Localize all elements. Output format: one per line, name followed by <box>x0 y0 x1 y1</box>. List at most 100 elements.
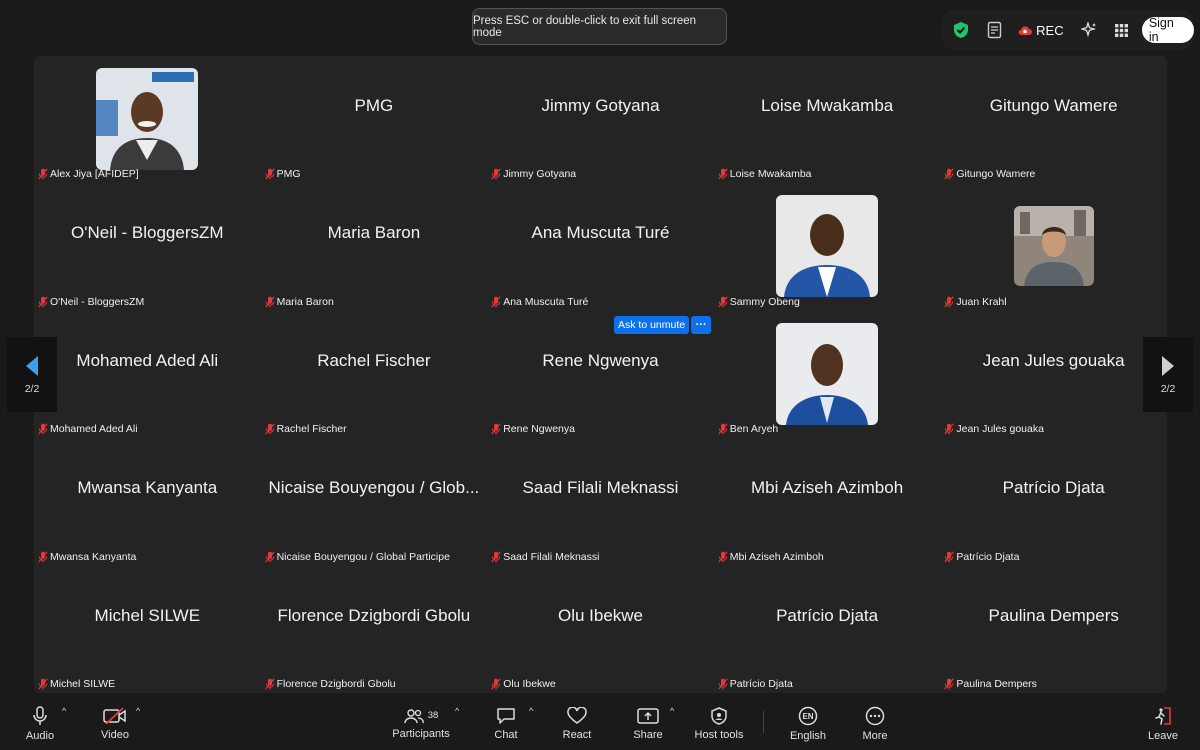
audio-label: Audio <box>25 729 55 742</box>
participants-icon <box>404 708 424 723</box>
participant-display-name: Ana Muscuta Turé <box>531 223 670 243</box>
participant-display-name: PMG <box>354 96 394 115</box>
participant-name-label: Patrício Djata <box>944 548 1019 566</box>
top-right-toolbar: REC Sign in <box>942 10 1195 50</box>
participant-name-label: Mwansa Kanyanta <box>38 548 136 566</box>
participants-options-caret[interactable]: ^ <box>455 706 459 716</box>
next-page-button[interactable]: 2/2 <box>1143 337 1193 412</box>
participant-name-label: Jimmy Gotyana <box>491 165 576 183</box>
cloud-record-button[interactable]: REC <box>1010 10 1072 50</box>
participant-display-name: Florence Dzigbordi Gbolu <box>277 605 471 625</box>
more-options-button[interactable]: ··· <box>691 316 712 334</box>
participant-tile[interactable]: Saad Filali Meknassi Saad Filali Meknassi <box>487 438 714 565</box>
mic-muted-icon <box>718 678 728 690</box>
mic-muted-icon <box>38 296 48 308</box>
host-tools-button[interactable]: Host tools <box>691 697 747 750</box>
participant-label-text: Juan Krahl <box>956 295 1007 308</box>
participant-label-text: Patrício Djata <box>956 550 1020 563</box>
previous-page-button[interactable]: 2/2 <box>7 337 57 412</box>
heart-icon <box>567 706 587 724</box>
participant-tile[interactable]: Juan Krahl <box>940 183 1167 310</box>
react-label: React <box>562 728 592 741</box>
sign-in-button[interactable]: Sign in <box>1141 16 1195 44</box>
participant-tile[interactable]: Patrício Djata Patrício Djata <box>714 566 941 693</box>
react-button[interactable]: React <box>559 697 595 750</box>
participant-name-label: Maria Baron <box>264 293 334 311</box>
rec-label: REC <box>1036 22 1064 38</box>
participant-tile[interactable]: O'Neil - BloggersZM O'Neil - BloggersZM <box>34 183 261 310</box>
participant-tile[interactable]: PMG PMG <box>261 56 488 183</box>
participant-display-name: Michel SILWE <box>94 605 201 625</box>
participant-tile[interactable]: Nicaise Bouyengou / Glob... Nicaise Bouye… <box>261 438 488 565</box>
participant-tile[interactable]: Patrício Djata Patrício Djata <box>940 438 1167 565</box>
participant-label-text: Nicaise Bouyengou / Global Participe <box>276 550 450 563</box>
participant-tile[interactable]: Paulina Dempers Paulina Dempers <box>940 566 1167 693</box>
leave-button[interactable]: Leave <box>1145 697 1181 750</box>
participant-display-name: Maria Baron <box>327 223 421 243</box>
participant-tile[interactable]: Rachel Fischer Rachel Fischer <box>261 311 488 438</box>
ask-to-unmute-button[interactable]: Ask to unmute <box>614 316 690 334</box>
banner-text: Press ESC or double-click to exit full s… <box>473 14 697 39</box>
participant-display-name: Mohamed Aded Ali <box>76 350 219 370</box>
apps-grid-icon[interactable] <box>1106 10 1138 50</box>
participant-label-text: Loise Mwakamba <box>729 168 812 181</box>
participant-name-label: Mohamed Aded Ali <box>38 420 138 438</box>
ask-to-unmute-overlay: Ask to unmute ··· <box>614 316 712 334</box>
participant-tile[interactable]: Ana Muscuta Turé Ana Muscuta Turé <box>487 183 714 310</box>
ai-sparkle-icon[interactable] <box>1072 10 1106 50</box>
video-options-caret[interactable]: ^ <box>136 706 140 716</box>
video-button[interactable]: Video <box>97 697 133 750</box>
mic-muted-icon <box>491 168 501 180</box>
chat-button[interactable]: Chat <box>488 697 524 750</box>
language-button[interactable]: EN English <box>786 697 830 750</box>
participant-name-label: Sammy Obeng <box>718 293 800 311</box>
participant-name-label: Ana Muscuta Turé <box>491 293 588 311</box>
participant-video <box>776 322 879 425</box>
participant-display-name: Gitungo Wamere <box>989 96 1118 115</box>
participant-label-text: Patrício Djata <box>729 678 793 690</box>
participant-label-text: Ana Muscuta Turé <box>503 295 589 308</box>
participants-label: Participants <box>392 727 450 740</box>
participant-tile[interactable]: Maria Baron Maria Baron <box>261 183 488 310</box>
participant-label-text: Olu Ibekwe <box>503 678 556 690</box>
shield-check-icon[interactable] <box>942 10 980 50</box>
participant-label-text: Jimmy Gotyana <box>503 168 577 181</box>
video-label: Video <box>101 728 129 741</box>
participant-tile[interactable]: Jean Jules gouaka Jean Jules gouaka <box>940 311 1167 438</box>
participant-tile[interactable]: Ben Aryeh <box>714 311 941 438</box>
participant-tile[interactable]: Michel SILWE Michel SILWE <box>34 566 261 693</box>
audio-options-caret[interactable]: ^ <box>62 706 66 716</box>
participant-tile[interactable]: Sammy Obeng <box>714 183 941 310</box>
mic-muted-icon <box>944 296 955 308</box>
participant-tile[interactable]: Mbi Aziseh Azimboh Mbi Aziseh Azimboh <box>714 438 941 565</box>
audio-button[interactable]: Audio <box>22 697 58 750</box>
participant-tile[interactable]: Florence Dzigbordi Gbolu Florence Dzigbor… <box>261 566 488 693</box>
participant-tile[interactable]: Loise Mwakamba Loise Mwakamba <box>714 56 941 183</box>
participant-tile[interactable]: Gitungo Wamere Gitungo Wamere <box>940 56 1167 183</box>
microphone-icon <box>33 705 47 725</box>
participant-tile[interactable]: Alex Jiya [AFIDEP] <box>34 56 261 183</box>
mic-muted-icon <box>491 678 501 690</box>
participants-button[interactable]: 38 Participants <box>390 697 452 750</box>
participant-label-text: Rene Ngwenya <box>503 423 575 436</box>
share-button[interactable]: Share <box>630 697 666 750</box>
participant-display-name: Paulina Dempers <box>988 605 1119 625</box>
participant-name-label: O'Neil - BloggersZM <box>38 293 144 311</box>
chat-label: Chat <box>494 728 518 741</box>
participant-label-text: Jean Jules gouaka <box>956 423 1044 436</box>
notes-icon[interactable] <box>980 10 1010 50</box>
participant-gallery: Alex Jiya [AFIDEP] PMG PMG Jimmy Gotyana Jim… <box>34 56 1167 693</box>
arrow-right-icon <box>1162 355 1174 376</box>
participant-tile[interactable]: Mohamed Aded Ali Mohamed Aded Ali <box>34 311 261 438</box>
participant-label-text: Gitungo Wamere <box>956 168 1036 181</box>
chat-options-caret[interactable]: ^ <box>529 706 533 716</box>
participant-tile[interactable]: Jimmy Gotyana Jimmy Gotyana <box>487 56 714 183</box>
chat-icon <box>497 707 515 724</box>
participant-tile[interactable]: Olu Ibekwe Olu Ibekwe <box>487 566 714 693</box>
participant-label-text: Florence Dzigbordi Gbolu <box>276 678 396 690</box>
more-button[interactable]: More <box>857 697 893 750</box>
participant-display-name: Patrício Djata <box>776 605 879 625</box>
participant-label-text: Ben Aryeh <box>729 423 779 436</box>
share-options-caret[interactable]: ^ <box>670 706 674 716</box>
participant-tile[interactable]: Mwansa Kanyanta Mwansa Kanyanta <box>34 438 261 565</box>
